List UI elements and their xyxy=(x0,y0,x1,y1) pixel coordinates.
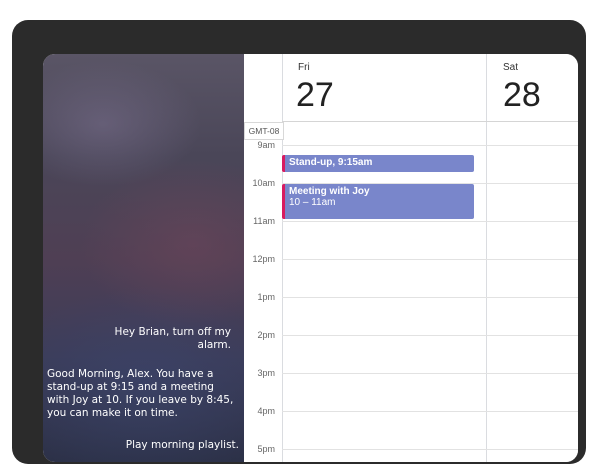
hour-line xyxy=(282,221,578,222)
event-time: 10 – 11am xyxy=(289,197,336,208)
hour-line xyxy=(282,373,578,374)
day-name: Fri xyxy=(298,62,310,73)
day-number: 27 xyxy=(296,76,334,114)
hour-line xyxy=(282,297,578,298)
time-label-3pm: 3pm xyxy=(257,368,275,378)
event-meeting-with-joy[interactable]: Meeting with Joy 10 – 11am xyxy=(282,184,474,219)
time-label-11am: 11am xyxy=(253,216,275,226)
timezone-label: GMT-08 xyxy=(244,122,284,140)
event-title: Stand-up, 9:15am xyxy=(289,157,373,168)
time-label-5pm: 5pm xyxy=(257,444,275,454)
hour-line xyxy=(282,335,578,336)
user-command-playlist: Play morning playlist. xyxy=(125,439,239,451)
time-label-10am: 10am xyxy=(252,178,275,188)
day-name: Sat xyxy=(503,62,519,73)
header-divider xyxy=(282,121,578,122)
hour-line xyxy=(282,259,578,260)
time-label-2pm: 2pm xyxy=(257,330,275,340)
day-header-sat[interactable]: Sat 28 xyxy=(487,54,578,120)
event-title: Meeting with Joy xyxy=(289,186,370,197)
assistant-response: Good Morning, Alex. You have a stand-up … xyxy=(47,368,234,419)
smart-display-frame: Hey Brian, turn off my alarm. Good Morni… xyxy=(12,20,586,464)
calendar-view: Fri 27 Sat 28 GMT-08 9am 10am 11am 12pm … xyxy=(244,54,578,462)
time-label-12pm: 12pm xyxy=(252,254,275,264)
hour-line xyxy=(282,145,578,146)
event-standup[interactable]: Stand-up, 9:15am xyxy=(282,155,474,172)
screen: Hey Brian, turn off my alarm. Good Morni… xyxy=(43,54,578,462)
user-command-alarm: Hey Brian, turn off my alarm. xyxy=(114,326,231,351)
hour-line xyxy=(282,449,578,450)
time-label-1pm: 1pm xyxy=(257,292,275,302)
time-label-9am: 9am xyxy=(257,140,275,150)
time-label-4pm: 4pm xyxy=(257,406,275,416)
day-number: 28 xyxy=(503,76,541,114)
hour-line xyxy=(282,411,578,412)
day-header-fri[interactable]: Fri 27 xyxy=(282,54,486,120)
ambient-background: Hey Brian, turn off my alarm. Good Morni… xyxy=(43,54,244,462)
